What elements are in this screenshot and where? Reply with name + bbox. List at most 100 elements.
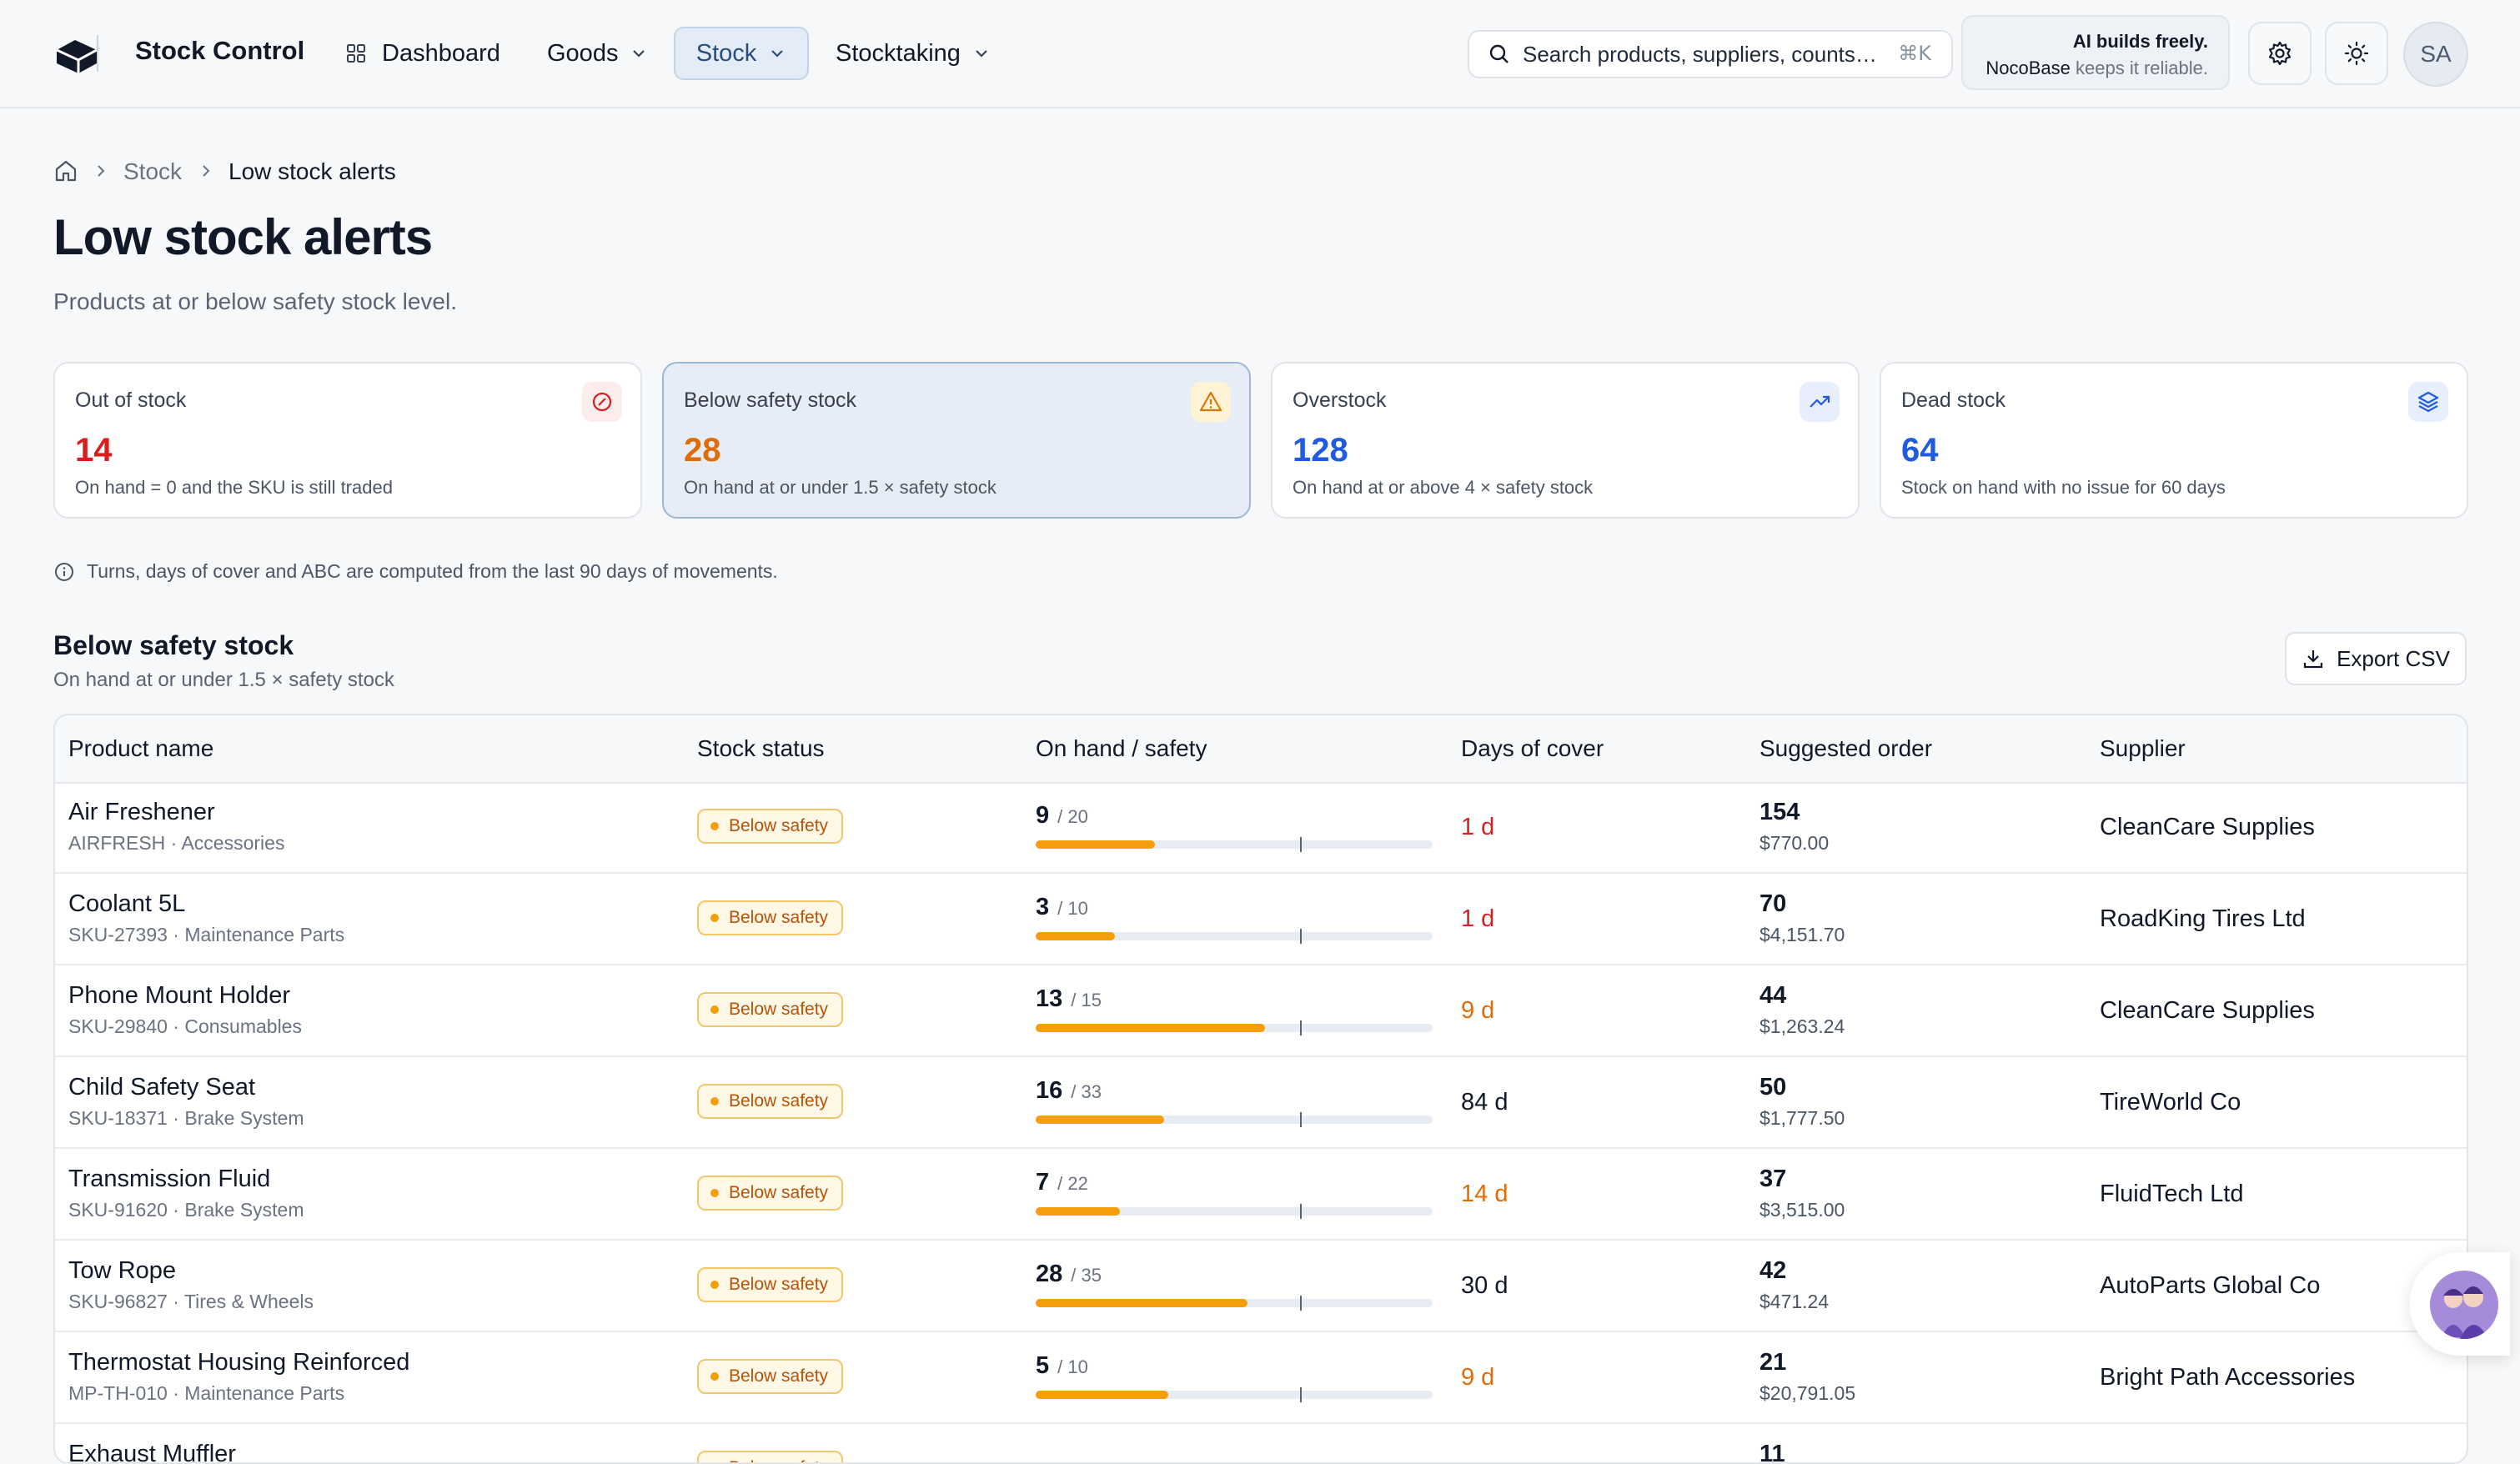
suggested-cost: $471.24 (1759, 1291, 1830, 1312)
nav-dashboard[interactable]: Dashboard (345, 27, 500, 80)
card-overstock[interactable]: Overstock 128 On hand at or above 4 × sa… (1271, 362, 1860, 519)
product-sku-category: SKU-91620 · Brake System (68, 1199, 304, 1221)
table-row[interactable]: Exhaust Muffler Below safety 11 (55, 1426, 2467, 1462)
safety-value: / 15 (1071, 990, 1102, 1010)
safety-marker (1300, 1020, 1303, 1035)
col-stock-status[interactable]: Stock status (697, 735, 825, 762)
product-name[interactable]: Phone Mount Holder (68, 982, 290, 1010)
info-icon (55, 562, 73, 581)
days-of-cover: 9 d (1461, 997, 1495, 1024)
on-hand-value: 9 / 20 (1036, 802, 1088, 830)
home-icon[interactable] (53, 158, 78, 183)
box-logo-icon[interactable] (52, 28, 102, 78)
stock-level-fill (1036, 840, 1155, 849)
sun-icon (2344, 41, 2369, 66)
top-bar: Stock Control Dashboard Goods Stock Stoc… (0, 0, 2520, 108)
on-hand-number: 28 (1036, 1261, 1063, 1287)
info-notice: Turns, days of cover and ABC are compute… (53, 560, 778, 583)
col-supplier[interactable]: Supplier (2100, 735, 2186, 762)
status-badge: Below safety (697, 809, 844, 844)
product-name[interactable]: Child Safety Seat (68, 1074, 255, 1101)
stock-level-fill (1036, 1299, 1247, 1307)
stock-level-bar (1036, 1296, 1433, 1311)
status-label: Below safety (729, 1275, 829, 1294)
card-below-safety[interactable]: Below safety stock 28 On hand at or unde… (662, 362, 1251, 519)
avatar[interactable]: SA (2403, 22, 2468, 87)
chevron-down-icon (976, 50, 987, 58)
table-row[interactable]: Phone Mount Holder SKU-29840 · Consumable… (55, 967, 2467, 1057)
col-on-hand-safety[interactable]: On hand / safety (1036, 735, 1207, 762)
suggested-qty: 42 (1759, 1257, 1787, 1284)
product-sku-category: SKU-27393 · Maintenance Parts (68, 924, 345, 945)
table-row[interactable]: Air Freshener AIRFRESH · Accessories Below… (55, 784, 2467, 874)
low-stock-table: Product name Stock status On hand / safe… (53, 714, 2468, 1464)
table-row[interactable]: Coolant 5L SKU-27393 · Maintenance Parts B… (55, 875, 2467, 965)
suggested-qty: 21 (1759, 1349, 1787, 1376)
promo-banner[interactable]: AI builds freely. NocoBase keeps it reli… (1961, 15, 2230, 90)
stock-level-fill (1036, 1116, 1164, 1124)
status-dot (710, 1281, 719, 1289)
col-product-name[interactable]: Product name (68, 735, 213, 762)
nav-goods[interactable]: Goods (547, 27, 648, 80)
safety-marker (1300, 1387, 1303, 1402)
breadcrumb-stock[interactable]: Stock (123, 158, 182, 185)
page-subtitle: Products at or below safety stock level. (53, 288, 457, 314)
card-desc: On hand = 0 and the SKU is still traded (75, 477, 393, 498)
col-suggested-order[interactable]: Suggested order (1759, 735, 1932, 762)
settings-button[interactable] (2248, 22, 2312, 85)
supplier-name[interactable]: AutoParts Global Co (2100, 1272, 2320, 1300)
grid-icon (347, 44, 365, 63)
table-row[interactable]: Child Safety Seat SKU-18371 · Brake Syste… (55, 1059, 2467, 1149)
card-dead-stock[interactable]: Dead stock 64 Stock on hand with no issu… (1880, 362, 2468, 519)
chevron-down-icon (771, 50, 784, 58)
export-csv-button[interactable]: Export CSV (2285, 632, 2467, 685)
product-name[interactable]: Tow Rope (68, 1257, 176, 1285)
on-hand-value: 5 / 10 (1036, 1352, 1088, 1380)
suggested-cost: $4,151.70 (1759, 924, 1845, 945)
nav-stocktaking[interactable]: Stocktaking (836, 27, 991, 80)
safety-marker (1300, 837, 1303, 852)
product-name[interactable]: Transmission Fluid (68, 1166, 270, 1193)
avatar-initials: SA (2420, 41, 2452, 67)
supplier-name[interactable]: RoadKing Tires Ltd (2100, 905, 2306, 933)
breadcrumb-current: Low stock alerts (228, 158, 396, 184)
nav-goods-label: Goods (547, 39, 619, 67)
table-row[interactable]: Tow Rope SKU-96827 · Tires & Wheels Below … (55, 1242, 2467, 1332)
supplier-name[interactable]: CleanCare Supplies (2100, 814, 2315, 841)
stock-level-bar (1036, 1204, 1433, 1219)
stock-level-bar (1036, 1020, 1433, 1035)
product-name[interactable]: Exhaust Muffler (68, 1441, 236, 1462)
product-name[interactable]: Air Freshener (68, 799, 215, 826)
theme-toggle-button[interactable] (2325, 22, 2388, 85)
safety-value: / 33 (1071, 1081, 1102, 1102)
ai-assistant-button[interactable] (2410, 1252, 2510, 1356)
stock-level-fill (1036, 1391, 1168, 1399)
product-sku-category: SKU-29840 · Consumables (68, 1015, 302, 1037)
col-days-of-cover[interactable]: Days of cover (1461, 735, 1604, 762)
section-subtitle: On hand at or under 1.5 × safety stock (53, 669, 394, 691)
safety-value: / 10 (1057, 1356, 1088, 1377)
table-row[interactable]: Transmission Fluid SKU-91620 · Brake Syst… (55, 1151, 2467, 1241)
table-row[interactable]: Thermostat Housing Reinforced MP-TH-010 ·… (55, 1334, 2467, 1424)
product-sku-category: MP-TH-010 · Maintenance Parts (68, 1382, 345, 1404)
card-out-of-stock[interactable]: Out of stock 14 On hand = 0 and the SKU … (53, 362, 642, 519)
supplier-name[interactable]: TireWorld Co (2100, 1089, 2241, 1116)
supplier-name[interactable]: CleanCare Supplies (2100, 997, 2315, 1025)
product-sku-category: SKU-18371 · Brake System (68, 1107, 304, 1129)
search-input[interactable]: Search products, suppliers, counts… ⌘K (1468, 30, 1953, 78)
on-hand-value: 13 / 15 (1036, 985, 1102, 1013)
card-value: 128 (1293, 432, 1348, 469)
card-desc: Stock on hand with no issue for 60 days (1901, 477, 2226, 498)
stock-level-fill (1036, 1207, 1120, 1216)
nav-stock[interactable]: Stock (674, 27, 809, 80)
supplier-name[interactable]: Bright Path Accessories (2100, 1364, 2355, 1391)
status-dot (710, 1005, 719, 1014)
on-hand-number: 16 (1036, 1077, 1063, 1104)
stock-level-bar (1036, 929, 1433, 944)
days-of-cover: 14 d (1461, 1181, 1508, 1207)
product-name[interactable]: Coolant 5L (68, 890, 185, 918)
stock-level-fill (1036, 932, 1116, 940)
app-name[interactable]: Stock Control (135, 36, 304, 66)
supplier-name[interactable]: FluidTech Ltd (2100, 1181, 2244, 1208)
product-name[interactable]: Thermostat Housing Reinforced (68, 1349, 409, 1376)
